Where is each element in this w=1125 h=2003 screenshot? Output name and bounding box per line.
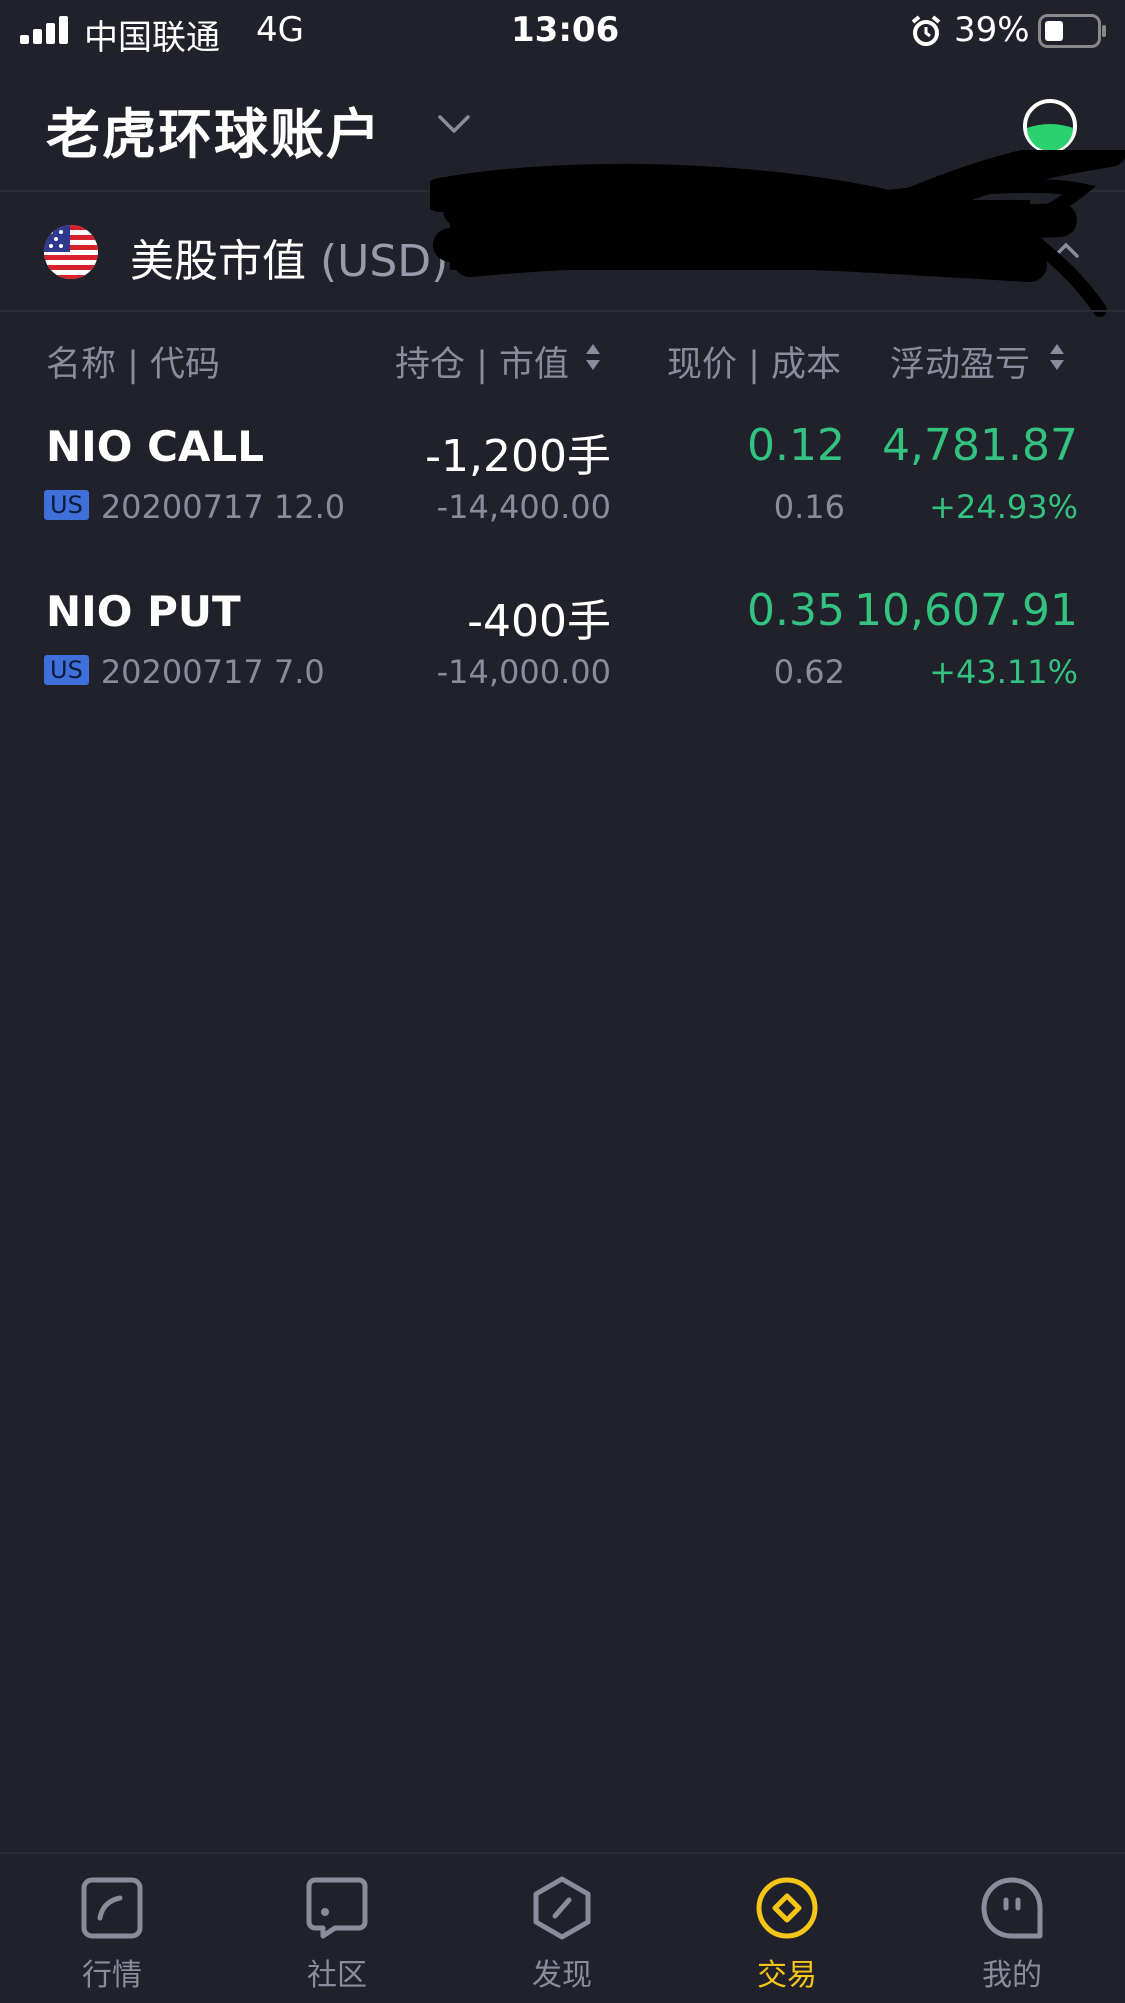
community-icon	[306, 1877, 368, 1939]
tab-market[interactable]: 行情	[42, 1876, 182, 1994]
signal-icon	[20, 16, 72, 44]
tab-discover[interactable]: 发现	[492, 1876, 632, 1994]
divider	[0, 310, 1125, 312]
tab-label: 发现	[532, 1958, 592, 1993]
cost-price: 0.16	[773, 488, 845, 526]
market-value: -14,400.00	[436, 488, 611, 526]
sort-icon[interactable]	[584, 340, 602, 374]
position-code: 20200717 12.0	[100, 488, 346, 526]
account-title[interactable]: 老虎环球账户	[46, 90, 382, 169]
tab-label: 社区	[307, 1958, 367, 1993]
tab-label: 交易	[757, 1958, 817, 1993]
tab-trade[interactable]: 交易	[717, 1876, 857, 1994]
status-bar: 中国联通 4G 13:06 39%	[0, 0, 1125, 62]
sort-icon[interactable]	[1048, 340, 1066, 374]
current-price: 0.35	[747, 585, 845, 636]
column-header-name: 名称 | 代码	[46, 345, 221, 385]
market-label: 美股市值	[130, 236, 306, 287]
trade-icon	[756, 1877, 818, 1939]
table-row[interactable]: NIO CALL US 20200717 12.0 -1,200手 -14,400…	[0, 410, 1125, 540]
position-quantity: -1,200手	[425, 431, 611, 482]
discover-icon	[533, 1876, 591, 1940]
column-header-pnl[interactable]: 浮动盈亏	[890, 336, 1030, 387]
alarm-icon	[911, 15, 941, 46]
tab-profile[interactable]: 我的	[942, 1876, 1082, 1994]
floating-pnl: 10,607.91	[854, 585, 1078, 636]
column-header-price: 现价 | 成本	[667, 345, 842, 385]
tab-label: 行情	[82, 1958, 142, 1993]
tab-bar: 行情 社区 发现 交易 我的	[0, 1852, 1125, 2003]
current-price: 0.12	[747, 420, 845, 471]
floating-pnl-percent: +43.11%	[929, 653, 1078, 691]
carrier-label: 中国联通	[84, 18, 220, 58]
table-row[interactable]: NIO PUT US 20200717 7.0 -400手 -14,000.00 …	[0, 575, 1125, 705]
market-value: -14,000.00	[436, 653, 611, 691]
tab-label: 我的	[982, 1958, 1042, 1993]
clock: 13:06	[511, 10, 620, 50]
floating-pnl: 4,781.87	[882, 420, 1078, 471]
profile-icon	[981, 1877, 1043, 1939]
chevron-down-icon[interactable]	[436, 112, 472, 136]
position-quantity: -400手	[467, 596, 611, 647]
column-header-position[interactable]: 持仓 | 市值	[395, 336, 569, 387]
market-value-label[interactable]: 美股市值 (USD)	[130, 225, 448, 289]
tab-community[interactable]: 社区	[267, 1876, 407, 1994]
redacted-value	[430, 150, 1125, 317]
network-label: 4G	[256, 10, 304, 50]
battery-percent: 39%	[954, 10, 1030, 50]
market-badge: US	[44, 490, 89, 520]
position-code-line: US 20200717 7.0	[44, 653, 325, 691]
position-name: NIO PUT	[46, 587, 241, 636]
us-flag-icon	[44, 225, 98, 279]
position-code-line: US 20200717 12.0	[44, 488, 345, 526]
chart-icon	[81, 1877, 143, 1939]
cost-price: 0.62	[773, 653, 845, 691]
position-name: NIO CALL	[46, 422, 264, 471]
account-status-icon[interactable]	[1022, 98, 1078, 154]
position-code: 20200717 7.0	[100, 653, 325, 691]
market-badge: US	[44, 655, 89, 685]
floating-pnl-percent: +24.93%	[929, 488, 1078, 526]
battery-icon	[1038, 14, 1106, 48]
